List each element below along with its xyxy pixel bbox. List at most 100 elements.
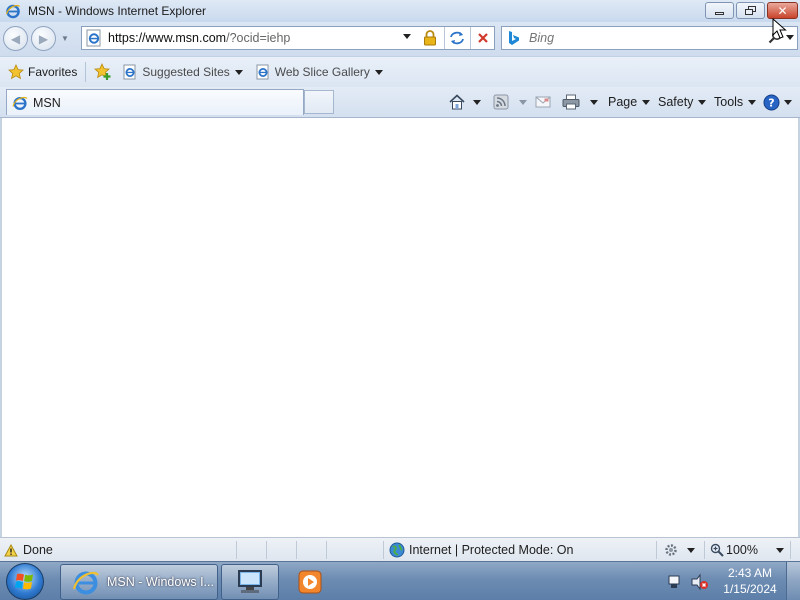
suggested-sites-link[interactable]: Suggested Sites (118, 61, 246, 83)
suggested-sites-dropdown-icon (234, 69, 243, 75)
clock-time: 2:43 AM (727, 566, 773, 580)
feeds-button[interactable] (493, 91, 527, 113)
home-dropdown-icon[interactable] (473, 99, 481, 105)
status-divider (236, 541, 237, 559)
status-divider (266, 541, 267, 559)
security-report-button[interactable] (418, 27, 442, 49)
status-text-area: Done (4, 540, 53, 560)
media-player-icon (298, 570, 322, 594)
taskbar-ie-label: MSN - Windows I... (107, 575, 214, 589)
new-tab-button[interactable] (304, 90, 334, 114)
system-clock[interactable]: 2:43 AM 1/15/2024 (715, 565, 785, 597)
clock-date: 1/15/2024 (723, 582, 777, 596)
stop-icon (477, 33, 488, 43)
security-zone[interactable]: Internet | Protected Mode: On (389, 540, 573, 560)
url-path: /?ocid=iehp (226, 31, 291, 45)
url-host: https://www.msn.com (108, 31, 227, 45)
favorites-star-icon (8, 64, 24, 80)
add-favorite-icon (94, 63, 111, 80)
title-bar[interactable]: MSN - Windows Internet Explorer ✕ (0, 0, 800, 22)
printer-icon (562, 94, 580, 110)
favorites-bar: Favorites Suggested Sites Web Slice Gall… (0, 56, 800, 87)
close-button[interactable]: ✕ (767, 2, 798, 19)
zoom-control[interactable]: 100% (710, 540, 784, 560)
print-button[interactable] (562, 91, 598, 113)
status-divider (383, 541, 384, 559)
print-dropdown-icon[interactable] (590, 99, 598, 105)
suggested-sites-label: Suggested Sites (142, 65, 230, 79)
web-slice-gallery-dropdown-icon (374, 69, 383, 75)
status-divider (790, 541, 791, 559)
windows-logo-icon (15, 573, 33, 590)
status-divider (326, 541, 327, 559)
favorites-separator (85, 62, 87, 82)
settings-gear-icon (665, 544, 677, 556)
minimize-button[interactable] (705, 2, 734, 19)
page-menu[interactable]: Page (608, 91, 651, 113)
tab-msn[interactable]: MSN (6, 89, 304, 115)
stop-button[interactable] (470, 27, 494, 49)
favorites-button[interactable]: Favorites (4, 61, 81, 83)
address-input[interactable]: https://www.msn.com/?ocid=iehp (108, 31, 290, 45)
home-button[interactable] (448, 91, 481, 113)
status-text: Done (23, 543, 53, 557)
zoom-dropdown-icon (775, 547, 784, 553)
tab-title: MSN (33, 95, 61, 110)
forward-arrow-icon: ▶ (38, 32, 49, 46)
computer-monitor-icon (238, 570, 262, 593)
protected-mode-dropdown-icon (687, 547, 695, 553)
lock-icon (424, 30, 436, 46)
mail-icon (535, 96, 551, 108)
action-center-flag-icon[interactable] (666, 573, 684, 591)
add-to-favorites-bar-button[interactable] (90, 61, 118, 83)
home-icon (449, 94, 465, 110)
address-bar[interactable]: https://www.msn.com/?ocid=iehp (81, 26, 495, 50)
rss-feed-icon (493, 94, 509, 110)
tab-bar: MSN Page Safety Tools ? (0, 87, 800, 118)
page-menu-dropdown-icon (642, 99, 651, 105)
window-controls: ✕ (705, 2, 798, 19)
feeds-dropdown-icon[interactable] (519, 99, 527, 105)
web-slice-gallery-link[interactable]: Web Slice Gallery (251, 61, 387, 83)
taskbar: MSN - Windows I... 2:43 AM 1/15/2024 (0, 561, 800, 600)
taskbar-explorer-button[interactable] (221, 564, 279, 600)
ie-page-icon (12, 96, 28, 110)
page-content[interactable] (0, 118, 800, 537)
navigation-bar: ◀ ▶ ▼ https://www.msn.com/?ocid=iehp (0, 22, 800, 56)
status-bar: Done Internet | Protected Mode: On 100% (0, 537, 800, 561)
taskbar-ie-button[interactable]: MSN - Windows I... (60, 564, 218, 600)
status-divider (296, 541, 297, 559)
tools-menu-label: Tools (714, 95, 744, 109)
minimize-icon (715, 12, 724, 15)
zoom-icon (710, 543, 724, 557)
restore-icon (744, 5, 756, 15)
safety-menu[interactable]: Safety (658, 91, 707, 113)
recent-pages-dropdown[interactable]: ▼ (61, 34, 69, 43)
refresh-icon (449, 31, 464, 45)
mouse-pointer-icon (772, 18, 787, 39)
internet-explorer-icon (5, 4, 21, 19)
help-menu[interactable]: ? (763, 91, 792, 113)
search-input[interactable] (529, 31, 749, 45)
zoom-level: 100% (726, 543, 758, 557)
forward-button[interactable]: ▶ (31, 26, 56, 51)
search-box[interactable] (501, 26, 798, 50)
help-dropdown-icon (784, 99, 792, 105)
safety-menu-dropdown-icon (698, 99, 707, 105)
back-arrow-icon: ◀ (10, 32, 21, 46)
page-menu-label: Page (608, 95, 638, 109)
refresh-button[interactable] (444, 27, 468, 49)
start-button[interactable] (6, 563, 44, 600)
network-disconnected-icon[interactable] (690, 573, 708, 591)
show-desktop-button[interactable] (786, 562, 800, 600)
ie-page-icon (123, 64, 136, 80)
taskbar-media-player-button[interactable] (298, 570, 322, 597)
restore-button[interactable] (736, 2, 765, 19)
back-button[interactable]: ◀ (3, 26, 28, 51)
address-dropdown-icon[interactable] (403, 34, 411, 39)
read-mail-button[interactable] (535, 91, 551, 113)
status-divider (656, 541, 657, 559)
close-icon: ✕ (777, 3, 788, 18)
protected-mode-settings[interactable] (663, 540, 695, 560)
tools-menu[interactable]: Tools (714, 91, 757, 113)
